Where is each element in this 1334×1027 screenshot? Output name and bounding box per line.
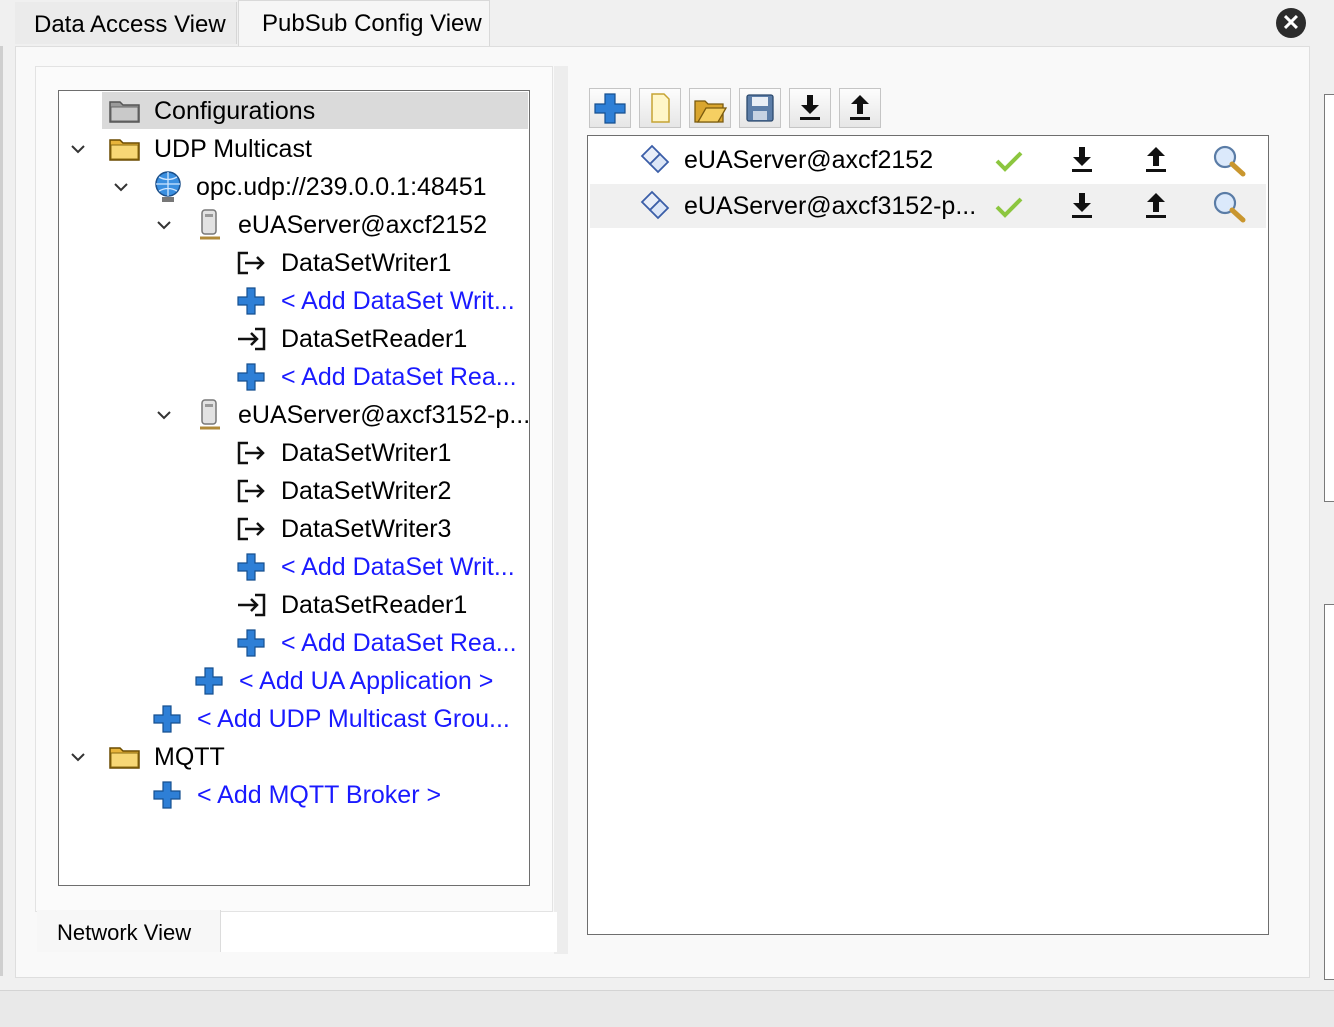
upload-icon[interactable]: [1142, 144, 1170, 174]
tree-item-dataset-reader[interactable]: DataSetReader1: [281, 320, 467, 358]
tree-item-dataset-writer[interactable]: DataSetWriter3: [281, 510, 451, 548]
save-icon: [746, 94, 774, 122]
chevron-down-icon[interactable]: [156, 407, 172, 423]
download-icon[interactable]: [1068, 144, 1096, 174]
add-dataset-reader-link[interactable]: < Add DataSet Rea...: [281, 624, 517, 662]
tree-item-dataset-writer[interactable]: DataSetWriter1: [281, 244, 451, 282]
server-icon: [200, 209, 220, 240]
folder-icon: [109, 747, 140, 769]
add-dataset-reader-link[interactable]: < Add DataSet Rea...: [281, 358, 517, 396]
add-button[interactable]: [589, 88, 631, 128]
search-icon[interactable]: [1212, 190, 1248, 224]
writer-icon: [237, 479, 265, 503]
application-list[interactable]: [587, 135, 1269, 935]
download-icon[interactable]: [1068, 190, 1096, 220]
chevron-down-icon[interactable]: [70, 749, 86, 765]
search-icon[interactable]: [1212, 144, 1248, 178]
add-icon[interactable]: [152, 780, 182, 810]
open-folder-icon: [694, 100, 728, 123]
download-icon: [800, 95, 820, 120]
upload-icon[interactable]: [1142, 190, 1170, 220]
application-link-icon: [640, 144, 670, 174]
folder-icon: [109, 101, 140, 123]
folder-icon: [109, 139, 140, 161]
close-icon[interactable]: ✕: [1276, 8, 1306, 38]
upload-icon: [850, 95, 870, 120]
add-icon[interactable]: [194, 666, 224, 696]
open-folder-button[interactable]: [689, 88, 731, 128]
status-bar: [0, 990, 1334, 1027]
tab-pubsub-config-view[interactable]: PubSub Config View: [238, 0, 490, 48]
writer-icon: [237, 251, 265, 275]
reader-icon: [238, 593, 266, 617]
check-icon: [995, 197, 1023, 218]
writer-icon: [237, 517, 265, 541]
upload-button[interactable]: [839, 88, 881, 128]
tab-data-access-view[interactable]: Data Access View: [15, 2, 237, 44]
chevron-down-icon[interactable]: [70, 141, 86, 157]
tree-item-configurations[interactable]: Configurations: [154, 92, 315, 130]
add-icon: [594, 93, 626, 124]
new-file-button[interactable]: [639, 88, 681, 128]
tree-item-mqtt[interactable]: MQTT: [154, 738, 225, 776]
chevron-down-icon[interactable]: [156, 217, 172, 233]
add-icon[interactable]: [152, 704, 182, 734]
side-panel-box: [1324, 604, 1334, 980]
tab-network-view[interactable]: Network View: [37, 910, 221, 952]
add-udp-multicast-group-link[interactable]: < Add UDP Multicast Grou...: [197, 700, 510, 738]
chevron-down-icon[interactable]: [113, 179, 129, 195]
new-file-icon: [651, 93, 670, 123]
add-icon[interactable]: [236, 552, 266, 582]
writer-icon: [237, 441, 265, 465]
globe-network-icon: [155, 171, 181, 202]
add-dataset-writer-link[interactable]: < Add DataSet Writ...: [281, 282, 515, 320]
left-edge: [0, 46, 3, 976]
reader-icon: [238, 327, 266, 351]
add-icon[interactable]: [236, 628, 266, 658]
tree-item-udp-multicast[interactable]: UDP Multicast: [154, 130, 312, 168]
tree-item-dataset-writer[interactable]: DataSetWriter2: [281, 472, 451, 510]
list-item-name: eUAServer@axcf2152: [684, 146, 934, 174]
server-icon: [200, 399, 220, 430]
tree-item-application[interactable]: eUAServer@axcf2152: [238, 206, 487, 244]
save-button[interactable]: [739, 88, 781, 128]
tree-item-udp-endpoint[interactable]: opc.udp://239.0.0.1:48451: [196, 168, 487, 206]
check-icon: [995, 151, 1023, 172]
application-link-icon: [640, 190, 670, 220]
add-dataset-writer-link[interactable]: < Add DataSet Writ...: [281, 548, 515, 586]
tree-item-application[interactable]: eUAServer@axcf3152-p...: [238, 396, 530, 434]
add-icon[interactable]: [236, 362, 266, 392]
pane-splitter[interactable]: [554, 66, 568, 954]
bottom-tab-bar: [221, 912, 557, 952]
side-panel-box: [1324, 94, 1334, 502]
add-mqtt-broker-link[interactable]: < Add MQTT Broker >: [197, 776, 441, 814]
tree-item-dataset-writer[interactable]: DataSetWriter1: [281, 434, 451, 472]
tree-item-dataset-reader[interactable]: DataSetReader1: [281, 586, 467, 624]
download-button[interactable]: [789, 88, 831, 128]
add-icon[interactable]: [236, 286, 266, 316]
list-item-name: eUAServer@axcf3152-p...: [684, 192, 977, 220]
add-ua-application-link[interactable]: < Add UA Application >: [239, 662, 493, 700]
